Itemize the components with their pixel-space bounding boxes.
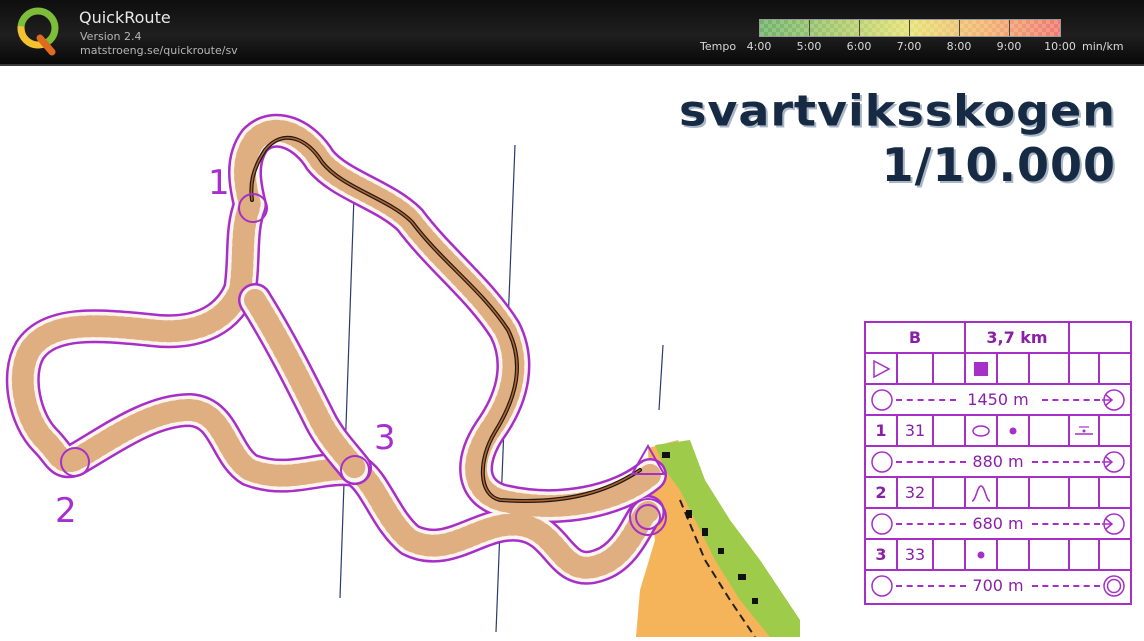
app-header: QuickRoute Version 2.4 matstroeng.se/qui… [0, 0, 1144, 66]
finish-distance-row: 700 m [866, 571, 1130, 602]
desc-cell [1030, 478, 1070, 507]
control-number: 3 [866, 540, 898, 569]
desc-cell [934, 540, 966, 569]
hill-profile-icon [966, 478, 998, 507]
desc-cell [1100, 540, 1130, 569]
control-row-3: 3 33 [866, 540, 1130, 571]
pace-scale-cell [910, 20, 960, 36]
course-length: 3,7 km [966, 323, 1070, 352]
leg-distance: 880 m [972, 452, 1024, 471]
desc-cell [1070, 354, 1100, 383]
desc-cell [998, 478, 1030, 507]
pace-scale-cell [1010, 20, 1060, 36]
map-title: svartviksskogen [678, 86, 1116, 136]
pace-tick: 7:00 [896, 40, 922, 53]
building [738, 574, 746, 580]
pace-scale-cell [810, 20, 860, 36]
north-line [339, 195, 355, 599]
desc-cell [1100, 354, 1130, 383]
header-empty-cell [1070, 323, 1130, 352]
gps-route-pace [250, 137, 641, 502]
building [718, 548, 724, 554]
control-code: 33 [898, 540, 934, 569]
finish-distance: 700 m [972, 576, 1024, 595]
square-feature-icon [966, 354, 998, 383]
pace-color-scale [759, 19, 1061, 37]
pace-tick: 5:00 [796, 40, 822, 53]
building [686, 510, 692, 518]
description-start-row [866, 354, 1130, 385]
leg-distance-row: 1450 m [866, 385, 1130, 416]
pace-scale-cell [760, 20, 810, 36]
contour-texture [244, 289, 366, 479]
leg-distance: 680 m [972, 514, 1024, 533]
desc-cell [1100, 478, 1130, 507]
gps-route-track [249, 135, 642, 503]
desc-cell [934, 478, 966, 507]
desc-cell [1100, 416, 1130, 445]
control-number: 1 [866, 416, 898, 445]
control-code: 31 [898, 416, 934, 445]
desc-cell [934, 416, 966, 445]
contour-texture [11, 119, 661, 579]
app-version: Version 2.4 [80, 30, 142, 43]
control-number-2: 2 [55, 491, 77, 531]
app-title: QuickRoute [79, 8, 171, 27]
control-row-2: 2 32 [866, 478, 1130, 509]
desc-cell [1070, 540, 1100, 569]
north-line [658, 344, 664, 411]
building [662, 452, 670, 458]
leg-distance: 1450 m [967, 390, 1029, 409]
start-symbol-icon [866, 354, 898, 383]
desc-cell [1070, 478, 1100, 507]
map-scale: 1/10.000 [881, 138, 1116, 192]
pace-scale-cell [860, 20, 910, 36]
control-number-1: 1 [208, 163, 230, 203]
pace-tick: 4:00 [746, 40, 772, 53]
desc-cell [1030, 354, 1070, 383]
building [702, 528, 708, 536]
pace-tick: 10:00 [1044, 40, 1076, 53]
app-url-link[interactable]: matstroeng.se/quickroute/sv [80, 44, 238, 57]
control-row-1: 1 31 [866, 416, 1130, 447]
desc-cell [1030, 540, 1070, 569]
control-number-3: 3 [374, 418, 396, 458]
control-code: 32 [898, 478, 934, 507]
pace-tick: 8:00 [946, 40, 972, 53]
pace-scale-cell [960, 20, 1010, 36]
pace-scale-label: Tempo [700, 40, 737, 53]
description-header-row: B 3,7 km [866, 323, 1130, 354]
pace-tick: 9:00 [996, 40, 1022, 53]
desc-cell [934, 354, 966, 383]
quickroute-logo-icon [14, 4, 62, 56]
desc-cell [998, 354, 1030, 383]
desc-cell [998, 540, 1030, 569]
leg-distance-row: 680 m [866, 509, 1130, 540]
desc-cell [1030, 416, 1070, 445]
leg-distance-row: 880 m [866, 447, 1130, 478]
course-class: B [866, 323, 966, 352]
building [752, 598, 758, 604]
position-symbol-icon [1070, 416, 1100, 445]
dot-feature-icon [966, 540, 998, 569]
control-description-sheet: B 3,7 km 1450 m 1 31 880 m 2 32 680 m 3 … [864, 321, 1132, 605]
dot-feature-icon [998, 416, 1030, 445]
pace-tick: 6:00 [846, 40, 872, 53]
control-number: 2 [866, 478, 898, 507]
pace-unit-label: min/km [1082, 40, 1124, 53]
knoll-icon [966, 416, 998, 445]
desc-cell [898, 354, 934, 383]
